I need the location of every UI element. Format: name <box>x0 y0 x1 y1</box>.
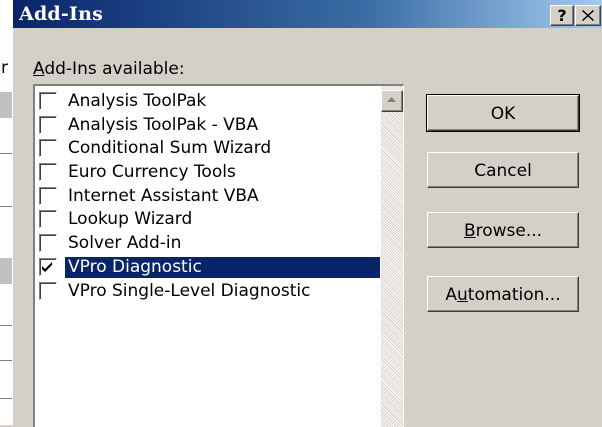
arrow-up-icon <box>387 97 396 102</box>
list-item[interactable]: Lookup Wizard <box>35 208 381 232</box>
button-text: A <box>445 285 458 305</box>
close-button[interactable] <box>575 5 601 26</box>
access-key: u <box>457 285 468 305</box>
ok-button[interactable]: OK <box>426 94 580 132</box>
add-ins-list: Analysis ToolPak Analysis ToolPak - VBA Co… <box>35 90 381 303</box>
dialog-title: Add-Ins <box>19 3 103 25</box>
list-item-label: Solver Add-in <box>68 233 182 254</box>
checkbox[interactable] <box>39 234 57 253</box>
dialog-titlebar[interactable]: Add-Ins ? <box>13 0 602 28</box>
list-item[interactable]: Conditional Sum Wizard <box>35 137 381 161</box>
access-key: B <box>463 221 476 241</box>
checkbox[interactable] <box>39 139 57 158</box>
scroll-up-button[interactable] <box>381 90 403 112</box>
access-key: A <box>33 59 45 79</box>
list-item-label: Analysis ToolPak - VBA <box>68 114 259 135</box>
background-window-edge: r <box>0 0 12 425</box>
browse-button[interactable]: Browse... <box>427 212 579 248</box>
list-item[interactable]: VPro Diagnostic <box>35 256 381 280</box>
add-ins-listbox[interactable]: Analysis ToolPak Analysis ToolPak - VBA Co… <box>33 84 404 427</box>
checkbox[interactable] <box>39 115 57 134</box>
automation-button[interactable]: Automation... <box>427 276 579 312</box>
checkbox[interactable] <box>39 92 57 110</box>
background-row-band <box>0 92 12 118</box>
button-text: tomation... <box>467 285 561 305</box>
checkbox[interactable] <box>39 186 57 205</box>
add-ins-available-label: Add-Ins available: <box>33 59 185 79</box>
list-item-label: Analysis ToolPak <box>68 91 207 111</box>
list-item[interactable]: Solver Add-in <box>35 232 381 256</box>
checkmark-icon <box>42 261 52 272</box>
label-text: dd-Ins available: <box>44 59 185 79</box>
list-item-label: Euro Currency Tools <box>68 162 236 183</box>
checkbox[interactable] <box>39 163 57 182</box>
list-item[interactable]: Internet Assistant VBA <box>35 185 381 209</box>
background-divider <box>0 398 12 399</box>
close-icon <box>582 10 594 21</box>
background-divider <box>0 325 12 326</box>
list-item-label: VPro Diagnostic <box>65 256 380 278</box>
checkbox[interactable] <box>39 257 57 276</box>
list-item[interactable]: Analysis ToolPak <box>35 90 381 114</box>
background-row-band <box>0 258 12 284</box>
list-item-label: VPro Single-Level Diagnostic <box>68 280 311 301</box>
cancel-button[interactable]: Cancel <box>427 152 579 188</box>
help-button[interactable]: ? <box>550 5 574 26</box>
list-item-label: Internet Assistant VBA <box>68 185 259 206</box>
button-text: rowse... <box>475 221 543 241</box>
background-divider <box>0 206 12 207</box>
checkbox[interactable] <box>39 210 57 229</box>
list-item[interactable]: Analysis ToolPak - VBA <box>35 114 381 138</box>
background-divider <box>0 153 12 154</box>
background-text-fragment: r <box>1 58 8 78</box>
add-ins-dialog: Add-Ins ? Add-Ins available: Analysis To… <box>12 0 602 427</box>
checkbox[interactable] <box>39 281 57 300</box>
list-item-label: Conditional Sum Wizard <box>68 138 272 159</box>
background-divider <box>0 360 12 361</box>
vertical-scrollbar[interactable] <box>381 86 403 427</box>
list-item[interactable]: Euro Currency Tools <box>35 161 381 185</box>
list-item-label: Lookup Wizard <box>68 209 193 230</box>
list-item[interactable]: VPro Single-Level Diagnostic <box>35 280 381 304</box>
